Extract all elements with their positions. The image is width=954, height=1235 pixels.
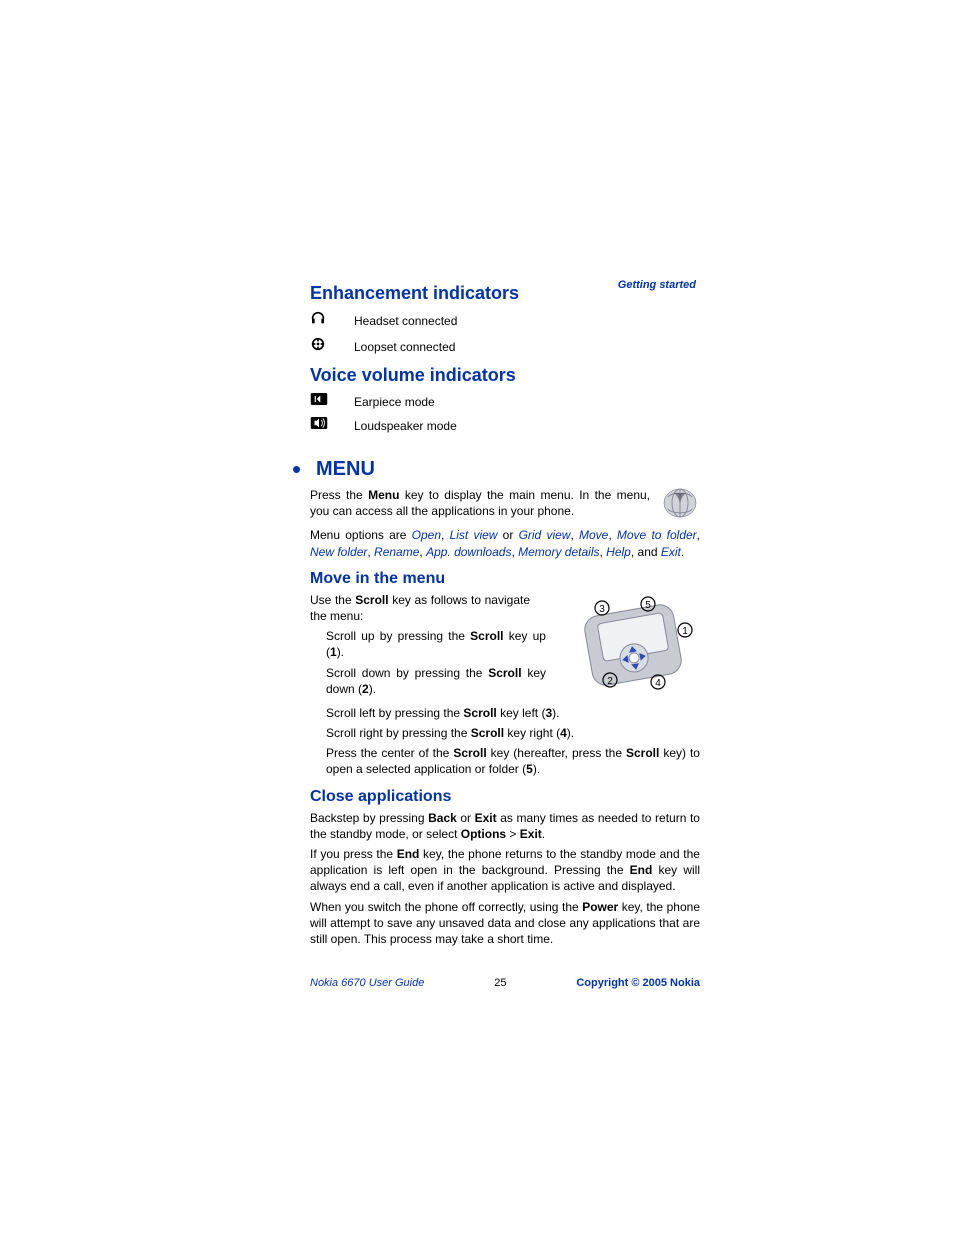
scroll-step: Scroll right by pressing the Scroll key … [310, 725, 700, 741]
menu-intro-text: Press the Menu key to display the main m… [310, 487, 700, 519]
link-move-to-folder[interactable]: Move to folder [617, 528, 697, 542]
svg-text:3: 3 [599, 604, 605, 615]
link-move[interactable]: Move [579, 528, 608, 542]
link-help[interactable]: Help [606, 545, 631, 559]
link-exit[interactable]: Exit [661, 545, 681, 559]
close-p2: If you press the End key, the phone retu… [310, 846, 700, 895]
menu-globe-image [660, 483, 700, 523]
indicator-label: Loudspeaker mode [354, 419, 457, 433]
close-p1: Backstep by pressing Back or Exit as man… [310, 810, 700, 842]
scroll-center-step: Press the center of the Scroll key (here… [310, 745, 700, 777]
indicator-row: Loopset connected [310, 336, 700, 357]
indicator-row: Loudspeaker mode [310, 416, 700, 435]
footer-page-number: 25 [424, 977, 576, 989]
link-grid-view[interactable]: Grid view [519, 528, 571, 542]
indicator-row: Headset connected [310, 310, 700, 331]
link-rename[interactable]: Rename [374, 545, 419, 559]
scroll-step: Scroll up by pressing the Scroll key up … [310, 628, 546, 660]
indicator-label: Earpiece mode [354, 395, 435, 409]
scroll-key-image: 1 2 3 4 5 [570, 590, 700, 690]
scroll-step: Scroll down by pressing the Scroll key d… [310, 665, 546, 697]
indicator-label: Headset connected [354, 314, 457, 328]
menu-heading: MENU [316, 458, 375, 481]
svg-text:2: 2 [607, 676, 613, 687]
close-heading: Close applications [310, 788, 700, 806]
header-section-link[interactable]: Getting started [618, 279, 696, 291]
headset-icon [310, 310, 354, 331]
move-heading: Move in the menu [310, 570, 700, 588]
earpiece-icon [310, 392, 354, 411]
scroll-step: Scroll left by pressing the Scroll key l… [310, 705, 700, 721]
svg-text:1: 1 [682, 626, 688, 637]
link-memory-details[interactable]: Memory details [518, 545, 599, 559]
link-app-downloads[interactable]: App. downloads [426, 545, 511, 559]
indicator-label: Loopset connected [354, 340, 455, 354]
menu-options-text: Menu options are Open, List view or Grid… [310, 527, 700, 559]
link-new-folder[interactable]: New folder [310, 545, 367, 559]
svg-text:5: 5 [645, 600, 651, 611]
loopset-icon [310, 336, 354, 357]
footer-guide-link[interactable]: Nokia 6670 User Guide [310, 977, 424, 989]
page-footer: Nokia 6670 User Guide 25 Copyright © 200… [310, 977, 700, 989]
indicator-row: Earpiece mode [310, 392, 700, 411]
loudspeaker-icon [310, 416, 354, 435]
svg-text:4: 4 [655, 678, 661, 689]
link-open[interactable]: Open [412, 528, 441, 542]
voice-heading: Voice volume indicators [310, 365, 700, 386]
close-p3: When you switch the phone off correctly,… [310, 899, 700, 948]
link-list-view[interactable]: List view [450, 528, 498, 542]
move-intro: Use the Scroll key as follows to navigat… [310, 592, 530, 624]
footer-copyright: Copyright © 2005 Nokia [576, 977, 700, 989]
